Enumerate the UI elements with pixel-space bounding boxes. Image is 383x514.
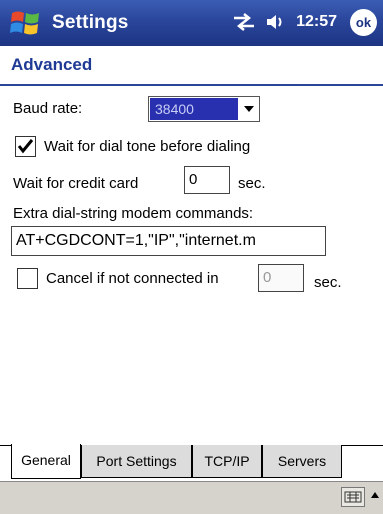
baud-rate-select[interactable]: 38400 bbox=[148, 96, 260, 122]
credit-card-unit: sec. bbox=[238, 175, 266, 192]
tab-strip: General Port Settings TCP/IP Servers bbox=[0, 444, 383, 481]
cancel-unit: sec. bbox=[314, 274, 342, 291]
extra-commands-label: Extra dial-string modem commands: bbox=[13, 205, 254, 222]
cancel-label: Cancel if not connected in bbox=[46, 270, 219, 287]
connectivity-icon[interactable] bbox=[232, 13, 256, 31]
app-title: Settings bbox=[52, 12, 129, 33]
volume-icon[interactable] bbox=[266, 13, 286, 31]
chevron-down-icon[interactable] bbox=[240, 98, 258, 120]
command-bar bbox=[0, 481, 383, 514]
windows-start-icon[interactable] bbox=[8, 5, 44, 41]
baud-rate-label: Baud rate: bbox=[13, 100, 83, 117]
wait-dialtone-checkbox[interactable] bbox=[15, 136, 36, 157]
tab-servers[interactable]: Servers bbox=[262, 445, 342, 478]
tab-tcpip[interactable]: TCP/IP bbox=[192, 445, 262, 478]
credit-card-wait-input[interactable]: 0 bbox=[184, 166, 230, 194]
section-header: Advanced bbox=[0, 46, 383, 86]
input-panel-arrow-icon[interactable] bbox=[371, 492, 379, 498]
credit-card-label: Wait for credit card bbox=[13, 175, 139, 192]
tab-port-settings[interactable]: Port Settings bbox=[81, 445, 192, 478]
baud-rate-value: 38400 bbox=[150, 98, 238, 120]
title-bar: Settings 12:57 ok bbox=[0, 0, 383, 46]
keyboard-icon[interactable] bbox=[341, 487, 365, 507]
tab-general[interactable]: General bbox=[11, 444, 81, 479]
ok-button[interactable]: ok bbox=[350, 9, 377, 36]
wait-dialtone-label: Wait for dial tone before dialing bbox=[44, 138, 251, 155]
status-area: 12:57 bbox=[232, 13, 337, 31]
cancel-seconds-input[interactable]: 0 bbox=[258, 264, 304, 292]
extra-commands-input[interactable]: AT+CGDCONT=1,"IP","internet.m bbox=[11, 226, 326, 256]
clock[interactable]: 12:57 bbox=[296, 13, 337, 31]
cancel-if-not-connected-checkbox[interactable] bbox=[17, 268, 38, 289]
page-title: Advanced bbox=[11, 55, 93, 74]
checkmark-icon bbox=[17, 139, 34, 154]
